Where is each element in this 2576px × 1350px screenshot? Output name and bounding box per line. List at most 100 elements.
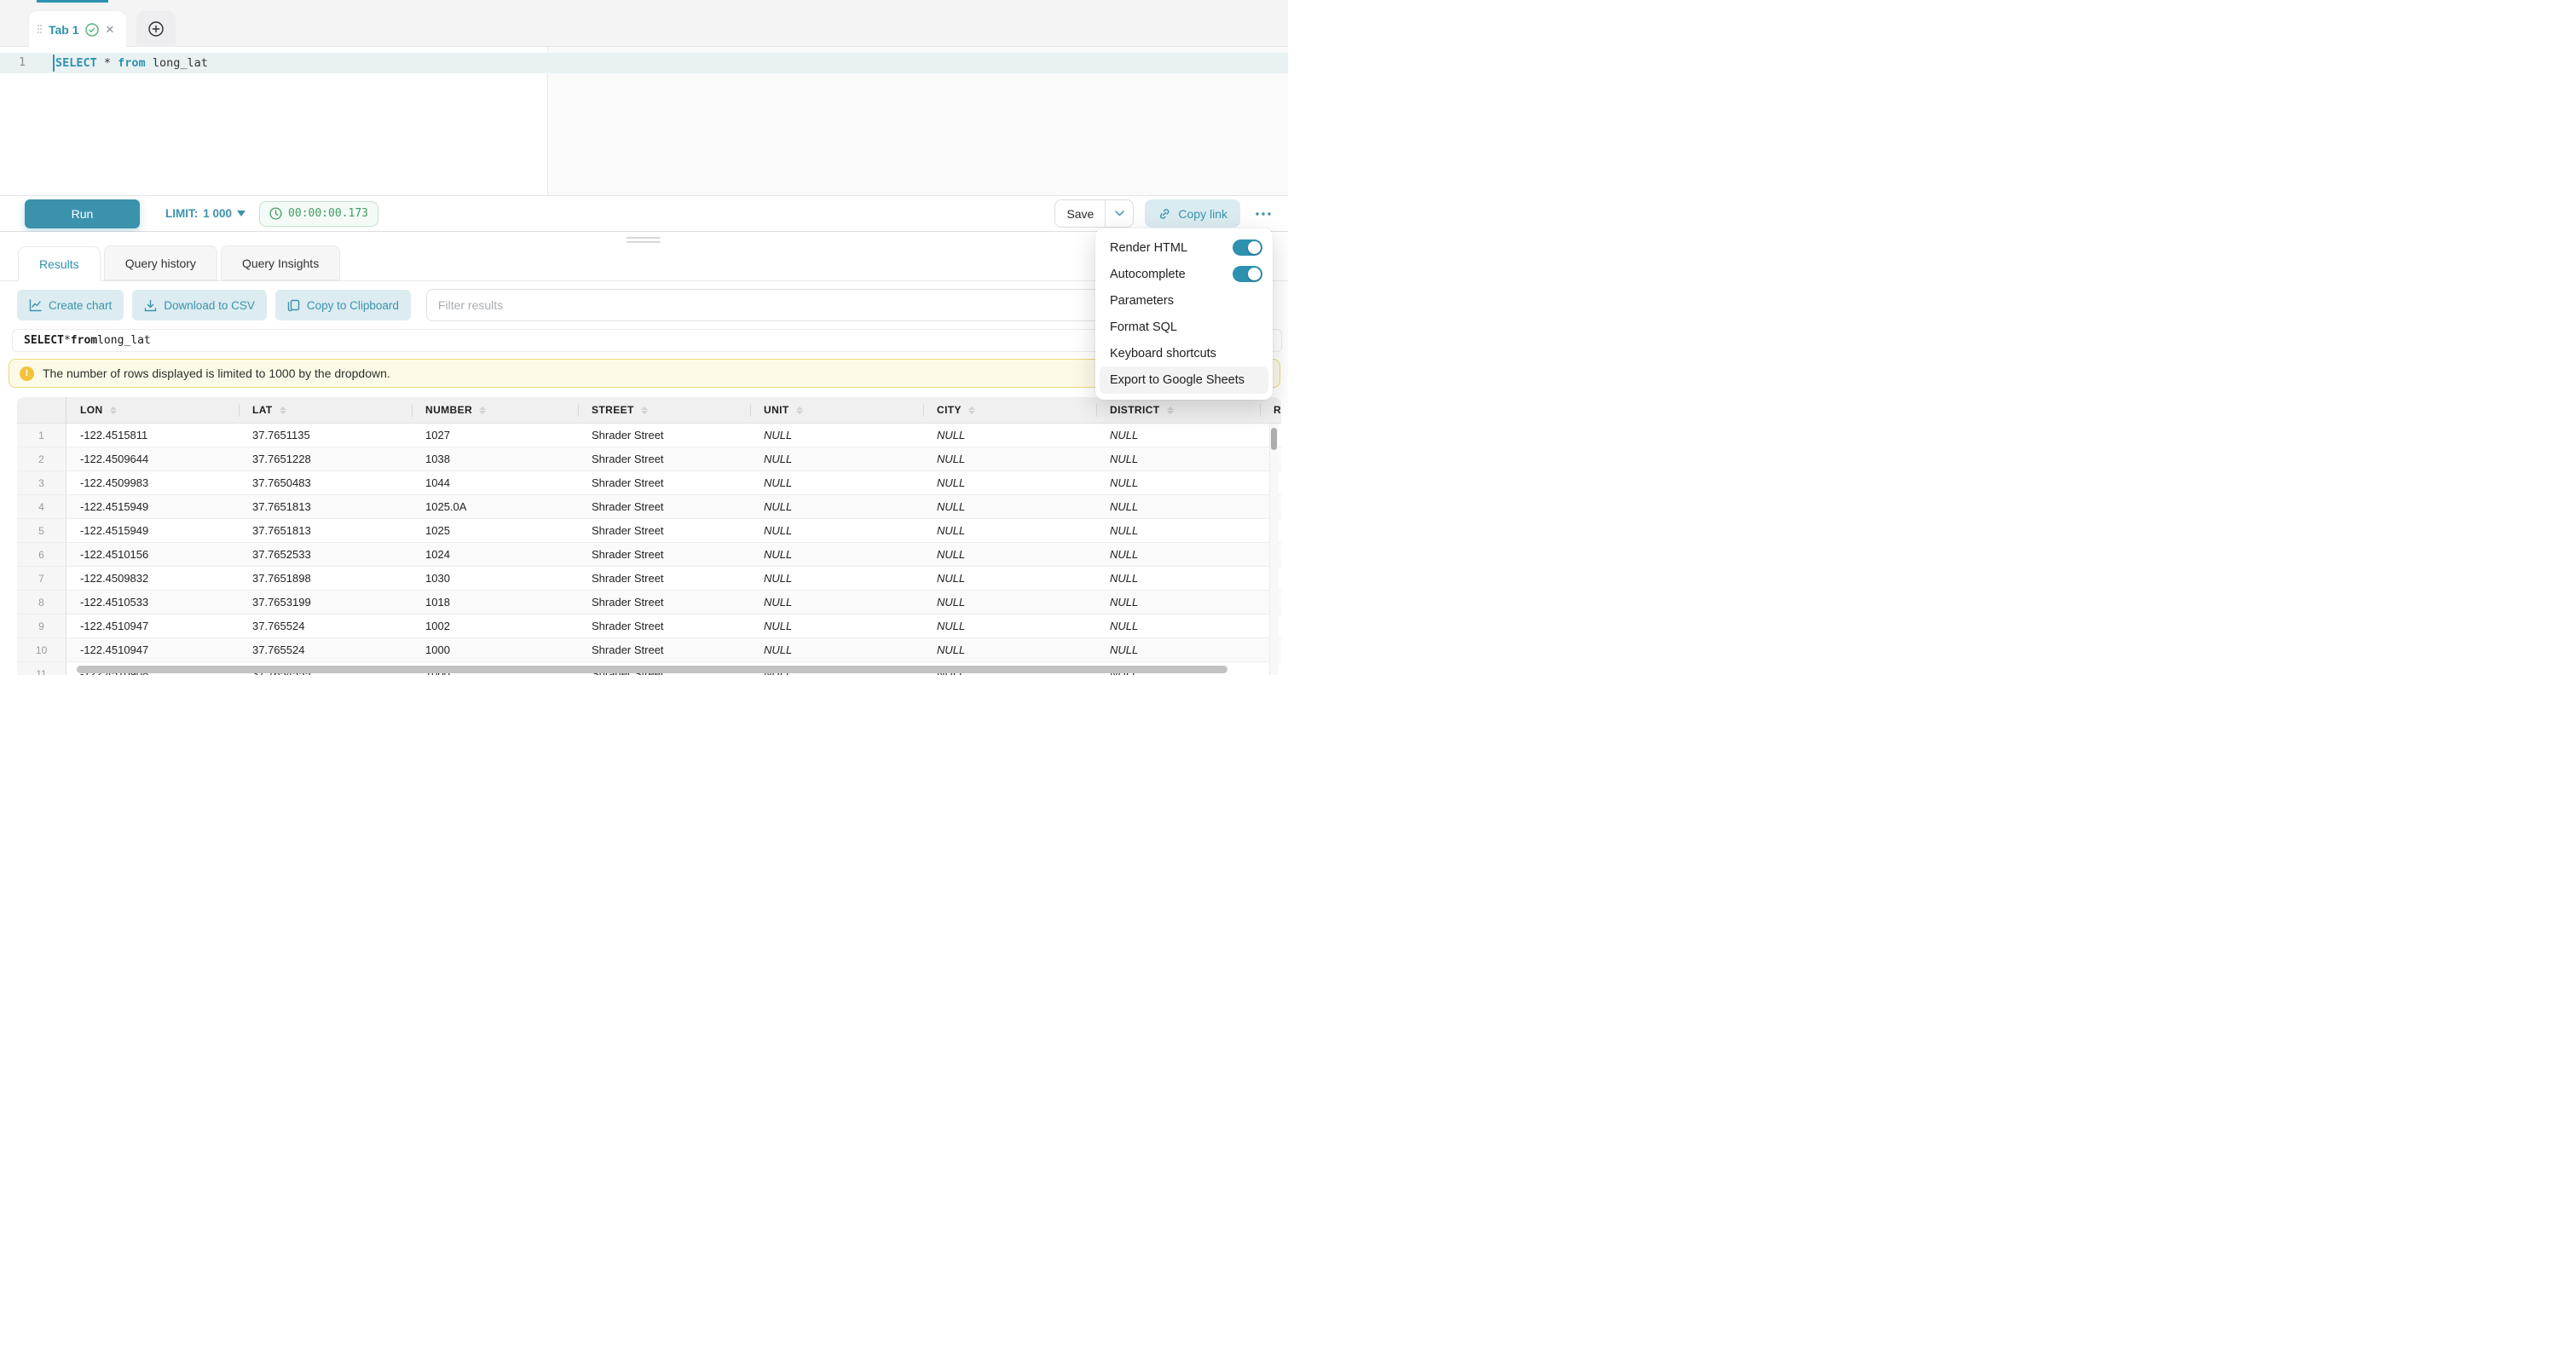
options-menu: Render HTMLAutocompleteParametersFormat … [1095, 228, 1273, 400]
run-button[interactable]: Run [25, 199, 140, 228]
menu-item-render-html[interactable]: Render HTML [1095, 234, 1273, 261]
vertical-scrollbar-track[interactable] [1269, 424, 1279, 675]
sort-icon[interactable] [280, 407, 286, 414]
column-label: NUMBER [425, 404, 472, 416]
cell-lon: -122.4515949 [66, 519, 239, 542]
cell-unit: NULL [750, 447, 923, 470]
sql-code-line[interactable]: SELECT * from long_lat [55, 56, 208, 70]
cell-lat: 37.7651898 [239, 567, 412, 590]
chart-icon [29, 299, 42, 312]
timer-value: 00:00:00.173 [288, 207, 368, 220]
table-row: 6-122.451015637.76525331024Shrader Stree… [17, 543, 1281, 567]
cell-street: Shrader Street [578, 567, 750, 590]
cell-unit: NULL [750, 471, 923, 494]
menu-item-label: Export to Google Sheets [1110, 373, 1262, 387]
copy-link-label: Copy link [1178, 207, 1227, 221]
row-number: 2 [17, 447, 66, 470]
cell-city: NULL [923, 495, 1096, 518]
cell-lon: -122.4510947 [66, 614, 239, 638]
cell-lon: -122.4515949 [66, 495, 239, 518]
sort-icon[interactable] [641, 407, 648, 414]
column-header-lat[interactable]: LAT [239, 397, 412, 423]
warning-text: The number of rows displayed is limited … [43, 366, 390, 380]
horizontal-scrollbar-thumb[interactable] [77, 666, 1227, 673]
column-header-district[interactable]: DISTRICT [1096, 397, 1260, 423]
cell-lat: 37.7653199 [239, 591, 412, 614]
close-icon[interactable]: ✕ [106, 24, 115, 35]
cell-city: NULL [923, 638, 1096, 661]
column-header-number[interactable]: NUMBER [412, 397, 578, 423]
save-options-button[interactable] [1105, 200, 1133, 227]
column-header-city[interactable]: CITY [923, 397, 1096, 423]
cell-district: NULL [1096, 543, 1260, 566]
menu-item-export-to-google-sheets[interactable]: Export to Google Sheets [1100, 366, 1268, 394]
editor-tab-1[interactable]: Tab 1 ✕ [29, 11, 126, 48]
cell-district: NULL [1096, 519, 1260, 542]
tab-query-history[interactable]: Query history [104, 245, 217, 280]
cell-unit: NULL [750, 614, 923, 638]
toggle-switch-on[interactable] [1233, 239, 1262, 256]
cell-lon: -122.4509983 [66, 471, 239, 494]
cell-number: 1024 [412, 543, 578, 566]
cell-lat: 37.7651813 [239, 519, 412, 542]
more-options-button[interactable] [1253, 210, 1274, 218]
sort-icon[interactable] [479, 407, 486, 414]
toggle-knob [1248, 268, 1261, 280]
cell-city: NULL [923, 447, 1096, 470]
line-number: 1 [0, 56, 26, 69]
row-number: 10 [17, 638, 66, 661]
limit-dropdown[interactable]: LIMIT: 1 000 [165, 207, 245, 220]
cell-street: Shrader Street [578, 638, 750, 661]
cell-lat: 37.7651813 [239, 495, 412, 518]
row-number: 11 [17, 662, 66, 675]
cell-lon: -122.4509832 [66, 567, 239, 590]
sort-icon[interactable] [796, 407, 803, 414]
column-label: RE [1274, 404, 1281, 416]
column-header-lon[interactable]: LON [66, 397, 239, 423]
sort-icon[interactable] [1167, 407, 1174, 414]
table-row: 10-122.451094737.7655241000Shrader Stree… [17, 638, 1281, 662]
cell-lon: -122.4515811 [66, 424, 239, 447]
row-limit-warning-banner: ! The number of rows displayed is limite… [9, 359, 1280, 388]
splitter-drag-handle[interactable] [627, 237, 661, 239]
column-header-street[interactable]: STREET [578, 397, 750, 423]
cell-lat: 37.7651135 [239, 424, 412, 447]
copy-link-button[interactable]: Copy link [1145, 199, 1240, 228]
download-csv-button[interactable]: Download to CSV [132, 290, 267, 320]
menu-item-format-sql[interactable]: Format SQL [1095, 314, 1273, 340]
cell-number: 1044 [412, 471, 578, 494]
toggle-switch-on[interactable] [1233, 266, 1262, 282]
drag-dots-icon[interactable] [38, 25, 43, 35]
create-chart-button[interactable]: Create chart [17, 290, 124, 320]
cell-number: 1025.0A [412, 495, 578, 518]
cell-district: NULL [1096, 495, 1260, 518]
cell-number: 1025 [412, 519, 578, 542]
vertical-scrollbar-thumb[interactable] [1271, 428, 1277, 450]
column-label: STREET [592, 404, 634, 416]
column-header-re[interactable]: RE [1260, 397, 1281, 423]
table-row: 4-122.451594937.76518131025.0AShrader St… [17, 495, 1281, 519]
tab-results[interactable]: Results [18, 246, 101, 281]
menu-item-autocomplete[interactable]: Autocomplete [1095, 261, 1273, 287]
editor-tab-label: Tab 1 [49, 23, 79, 37]
column-label: CITY [937, 404, 962, 416]
save-button[interactable]: Save [1055, 200, 1105, 227]
sort-icon[interactable] [110, 407, 117, 414]
table-row: 9-122.451094737.7655241002Shrader Street… [17, 614, 1281, 638]
splitter-drag-handle[interactable] [627, 241, 661, 243]
check-circle-icon [85, 23, 99, 37]
menu-item-parameters[interactable]: Parameters [1095, 287, 1273, 314]
limit-label: LIMIT: [165, 207, 198, 220]
sort-icon[interactable] [968, 407, 975, 414]
copy-clipboard-button[interactable]: Copy to Clipboard [275, 290, 411, 320]
cell-city: NULL [923, 424, 1096, 447]
menu-item-keyboard-shortcuts[interactable]: Keyboard shortcuts [1095, 340, 1273, 366]
cell-street: Shrader Street [578, 447, 750, 470]
cell-city: NULL [923, 519, 1096, 542]
add-tab-button[interactable] [136, 11, 176, 47]
column-header-unit[interactable]: UNIT [750, 397, 923, 423]
sql-editor[interactable]: 1 SELECT * from long_lat [0, 47, 1288, 195]
tab-query-insights[interactable]: Query Insights [221, 245, 340, 280]
cell-district: NULL [1096, 591, 1260, 614]
menu-item-label: Keyboard shortcuts [1110, 347, 1262, 361]
